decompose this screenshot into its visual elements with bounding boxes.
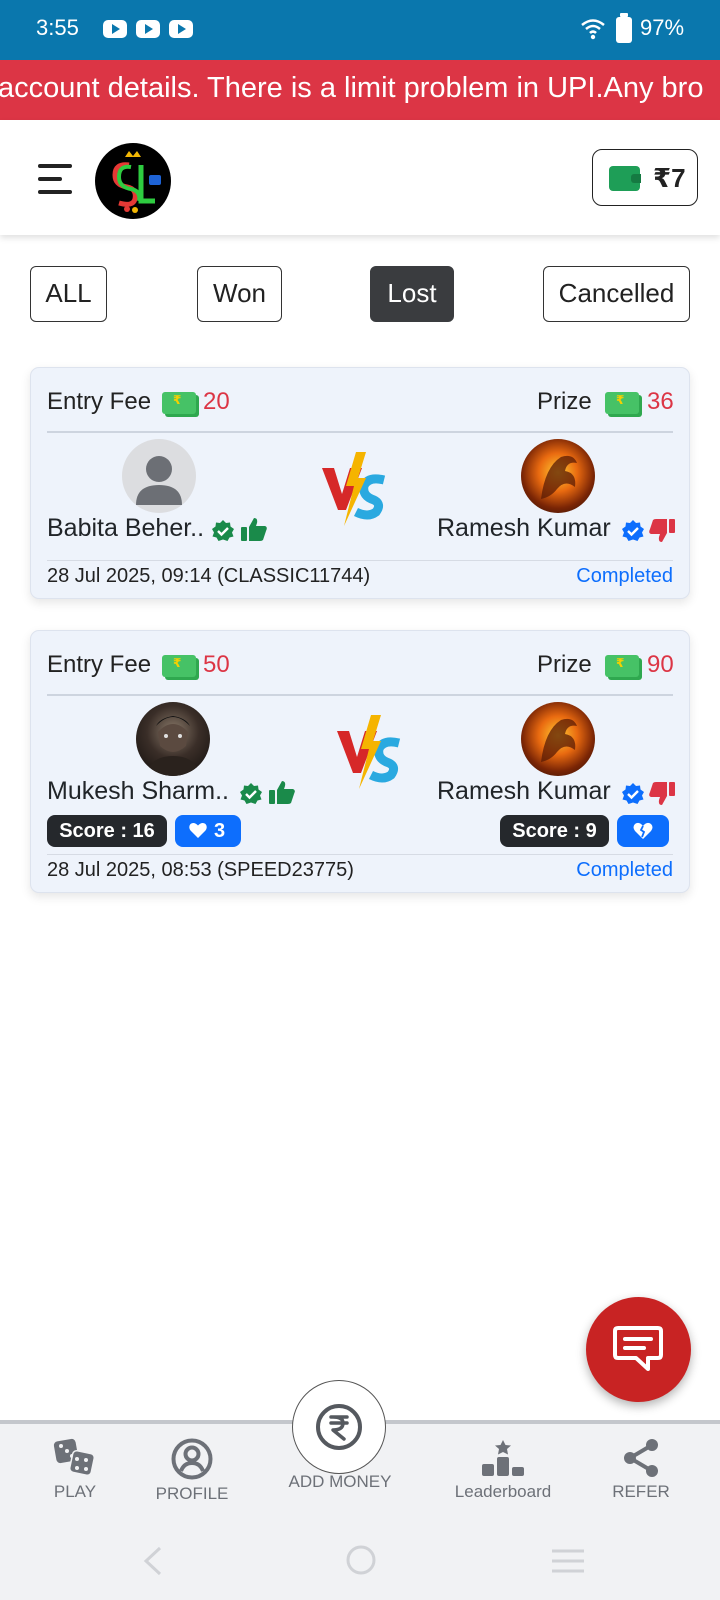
prize-label: Prize xyxy=(537,651,592,678)
battery-icon xyxy=(616,13,632,43)
battery-percent: 97% xyxy=(640,15,685,40)
filter-lost-button[interactable]: Lost xyxy=(370,266,454,322)
youtube-notification-icon xyxy=(103,20,127,38)
verified-badge-icon xyxy=(622,520,644,541)
wifi-icon xyxy=(581,19,605,40)
status-bar: 3:55 97% xyxy=(0,0,720,60)
verified-badge-icon xyxy=(622,783,644,804)
filter-won-button[interactable]: Won xyxy=(197,266,282,322)
vs-icon xyxy=(322,452,386,526)
thumbs-down-icon xyxy=(649,782,675,805)
entry-fee-amount: 20 xyxy=(203,388,230,415)
system-navigation-bar xyxy=(0,1522,720,1600)
match-date: 28 Jul 2025, 08:53 (SPEED23775) xyxy=(47,859,354,881)
support-chat-button[interactable] xyxy=(586,1297,691,1402)
entry-fee-amount: 50 xyxy=(203,651,230,678)
player1-name: Babita Beher.. xyxy=(47,514,205,542)
player-avatar xyxy=(521,439,595,513)
nav-play-label: PLAY xyxy=(53,1482,97,1501)
cash-icon xyxy=(162,655,199,680)
divider xyxy=(47,431,673,433)
thumbs-down-icon xyxy=(649,519,675,542)
player1-lives-count: 3 xyxy=(214,820,226,842)
wallet-button[interactable]: ₹7 xyxy=(592,149,698,206)
wallet-icon xyxy=(609,166,641,191)
filter-all-button[interactable]: ALL xyxy=(30,266,107,322)
add-money-button[interactable] xyxy=(292,1380,386,1474)
match-card[interactable]: Entry Fee 50 Prize 90 Mukesh Sharm.. Ram… xyxy=(30,630,690,893)
back-icon[interactable] xyxy=(140,1546,164,1576)
verified-badge-icon xyxy=(240,783,262,804)
entry-fee-label: Entry Fee xyxy=(47,388,152,415)
cash-icon xyxy=(162,392,199,417)
chat-icon xyxy=(613,1326,663,1371)
prize-label: Prize xyxy=(537,388,592,415)
leaderboard-icon xyxy=(482,1440,524,1476)
nav-profile-label: PROFILE xyxy=(155,1484,229,1503)
heart-icon xyxy=(189,823,207,838)
player2-score-badge: Score : 9 xyxy=(500,815,609,847)
player1-score-badge: Score : 16 xyxy=(47,815,167,847)
cash-icon xyxy=(605,392,642,417)
wallet-balance: ₹7 xyxy=(653,163,686,193)
cash-icon xyxy=(605,655,642,680)
youtube-notification-icon xyxy=(169,20,193,38)
player-avatar xyxy=(122,439,196,513)
player-avatar xyxy=(136,702,210,776)
divider xyxy=(47,560,673,561)
divider xyxy=(47,854,673,855)
divider xyxy=(47,694,673,696)
player-avatar xyxy=(521,702,595,776)
prize-amount: 90 xyxy=(647,651,674,678)
profile-icon xyxy=(171,1438,213,1480)
broken-heart-icon xyxy=(633,822,653,839)
app-header: ₹7 xyxy=(0,120,720,235)
player1-name: Mukesh Sharm.. xyxy=(47,777,230,805)
share-icon xyxy=(624,1439,658,1477)
nav-add-money-label: ADD MONEY xyxy=(288,1472,392,1491)
nav-play[interactable]: PLAY xyxy=(44,1438,106,1502)
nav-leaderboard[interactable]: Leaderboard xyxy=(446,1438,560,1502)
thumbs-up-icon xyxy=(269,781,295,804)
player2-name: Ramesh Kumar xyxy=(437,777,611,805)
recents-icon[interactable] xyxy=(551,1548,585,1574)
vs-icon xyxy=(337,715,401,789)
match-date: 28 Jul 2025, 09:14 (CLASSIC11744) xyxy=(47,565,371,587)
entry-fee-label: Entry Fee xyxy=(47,651,152,678)
status-time: 3:55 xyxy=(36,15,79,40)
dice-icon xyxy=(53,1438,96,1477)
nav-refer-label: REFER xyxy=(612,1482,670,1501)
nav-leaderboard-label: Leaderboard xyxy=(454,1482,552,1501)
match-status: Completed xyxy=(576,565,673,587)
youtube-notification-icon xyxy=(136,20,160,38)
filter-cancelled-button[interactable]: Cancelled xyxy=(543,266,690,322)
match-status: Completed xyxy=(576,859,673,881)
menu-icon[interactable] xyxy=(38,164,72,194)
player2-lives-badge xyxy=(617,815,669,847)
thumbs-up-icon xyxy=(241,518,267,541)
prize-amount: 36 xyxy=(647,388,674,415)
rupee-icon xyxy=(316,1404,362,1450)
home-icon[interactable] xyxy=(345,1544,377,1576)
match-card[interactable]: Entry Fee 20 Prize 36 Babita Beher.. Ram… xyxy=(30,367,690,599)
announcement-marquee: account details. There is a limit proble… xyxy=(0,60,720,120)
player2-name: Ramesh Kumar xyxy=(437,514,611,542)
player1-lives-badge: 3 xyxy=(175,815,241,847)
verified-badge-icon xyxy=(212,520,234,541)
announcement-text: account details. There is a limit proble… xyxy=(0,72,704,104)
app-logo[interactable] xyxy=(95,143,171,219)
nav-refer[interactable]: REFER xyxy=(610,1438,672,1502)
nav-profile[interactable]: PROFILE xyxy=(152,1438,232,1504)
